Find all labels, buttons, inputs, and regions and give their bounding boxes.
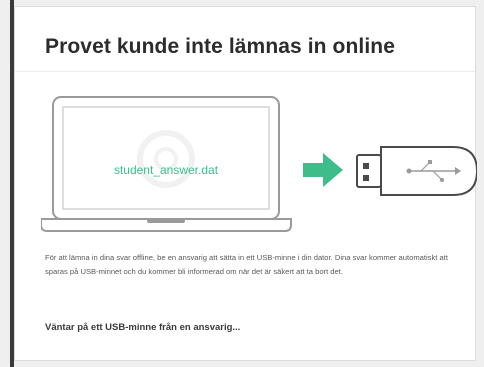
- window-frame: Provet kunde inte lämnas in online stude…: [0, 0, 484, 367]
- offline-submission-dialog: Provet kunde inte lämnas in online stude…: [14, 6, 477, 361]
- arrow-right-icon: [303, 153, 343, 187]
- instructions-text: För att lämna in dina svar offline, be e…: [45, 253, 448, 276]
- dialog-title: Provet kunde inte lämnas in online: [45, 35, 395, 58]
- usb-stick-icon: [356, 146, 477, 196]
- title-divider: [15, 71, 475, 72]
- waiting-status: Väntar på ett USB-minne från en ansvarig…: [45, 322, 241, 333]
- usb-submission-illustration: student_answer.dat: [41, 96, 477, 232]
- laptop-screen-filename: student_answer.dat: [114, 163, 219, 177]
